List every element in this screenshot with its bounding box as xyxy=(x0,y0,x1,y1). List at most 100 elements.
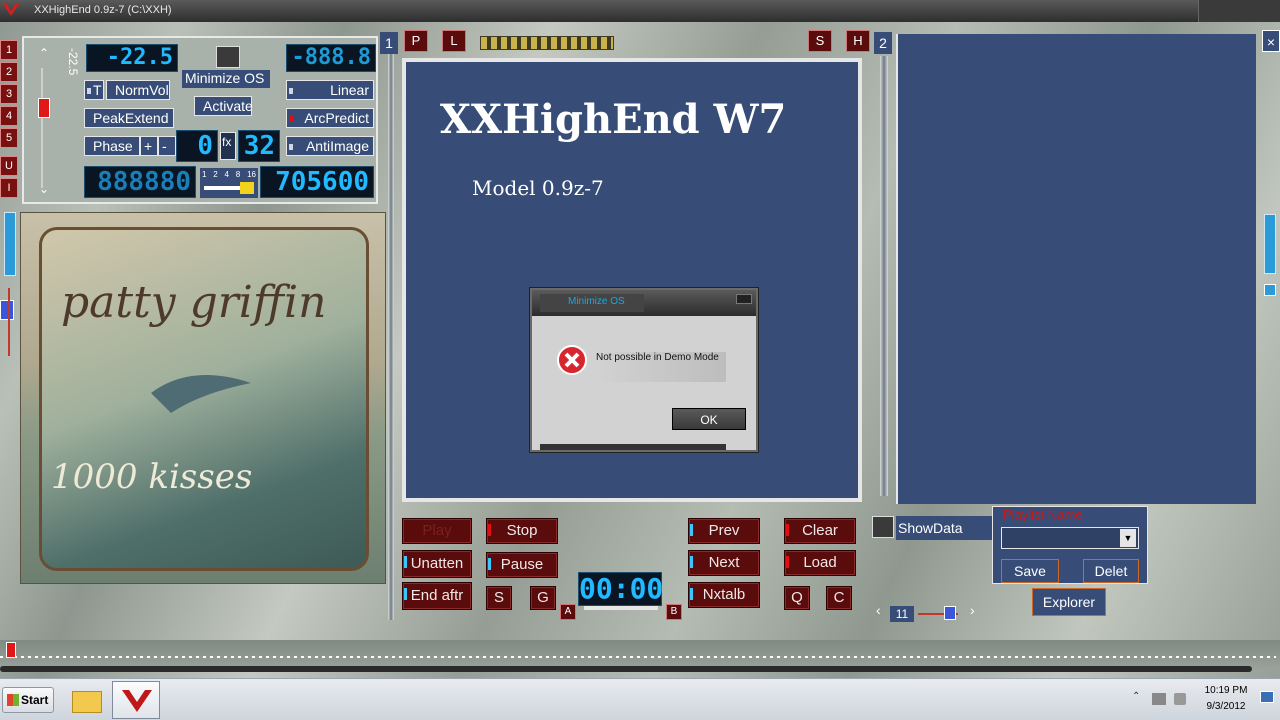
unatten-button[interactable]: Unatten xyxy=(402,550,472,578)
c-button[interactable]: C xyxy=(826,586,852,610)
minimize-os-label: Minimize OS xyxy=(182,70,270,88)
volume-lcd: -22.5 xyxy=(86,44,178,72)
right-scroll-thumb[interactable] xyxy=(1264,284,1276,296)
network-icon[interactable] xyxy=(1152,693,1166,705)
left-level-bar[interactable] xyxy=(4,212,16,276)
start-button[interactable]: Start xyxy=(2,687,54,713)
chevron-right-icon[interactable]: › xyxy=(970,603,980,617)
dialog-titlebar[interactable]: Minimize OS xyxy=(532,290,756,316)
font-size-handle[interactable] xyxy=(944,606,956,620)
chevron-down-icon[interactable]: ⌄ xyxy=(36,182,52,196)
phase-button[interactable]: Phase xyxy=(84,136,140,156)
stop-label: Stop xyxy=(506,522,538,539)
t-button[interactable]: T xyxy=(84,80,104,100)
clock-date: 9/3/2012 xyxy=(1206,701,1246,712)
arcpredict-button[interactable]: ArcPredict xyxy=(286,108,374,128)
g-button[interactable]: G xyxy=(530,586,556,610)
xxhighend-taskbar-icon[interactable] xyxy=(112,681,160,719)
left-strip-button-2[interactable]: 2 xyxy=(0,62,18,82)
l-button[interactable]: L xyxy=(442,30,466,52)
showdata-toggle[interactable] xyxy=(872,516,894,538)
samplerate-lcd: 705600 xyxy=(260,166,374,198)
time-progress[interactable] xyxy=(584,606,658,610)
left-strip-button-3[interactable]: 3 xyxy=(0,84,18,104)
fx-button[interactable]: fx xyxy=(220,132,236,160)
left-strip-button-U[interactable]: U xyxy=(0,156,18,176)
panel-marker-2[interactable]: 2 xyxy=(874,32,892,54)
volume-handle[interactable] xyxy=(38,98,50,118)
minus-label: - xyxy=(162,138,167,154)
stop-button[interactable]: Stop xyxy=(486,518,558,544)
s-button[interactable]: S xyxy=(808,30,832,52)
next-button[interactable]: Next xyxy=(688,550,760,576)
play-button[interactable]: Play xyxy=(402,518,472,544)
a-marker[interactable]: A xyxy=(560,604,576,620)
font-size-slider[interactable]: ‹ 11 › xyxy=(872,598,984,622)
left-slider-track xyxy=(8,288,10,356)
left-strip-button-1[interactable]: 1 xyxy=(0,40,18,60)
chevron-up-icon[interactable]: ⌃ xyxy=(36,46,52,60)
t-label: T xyxy=(93,82,102,98)
load-label: Load xyxy=(803,554,837,571)
ok-button[interactable]: OK xyxy=(672,408,746,430)
playlist-name-label: Playlist Name xyxy=(1003,507,1083,522)
scale-tick: 16 xyxy=(247,170,256,179)
close-icon[interactable]: × xyxy=(1262,30,1280,52)
clear-label: Clear xyxy=(802,522,838,539)
taskbar: Start ⌃ 10:19 PM 9/3/2012 xyxy=(0,678,1280,720)
volume-slider[interactable]: ⌃ ⌄ xyxy=(36,44,58,196)
seek-handle[interactable] xyxy=(6,642,16,658)
window-controls[interactable] xyxy=(1198,0,1280,22)
right-scrollbar[interactable] xyxy=(1264,214,1276,274)
tray-icons: ⌃ xyxy=(1130,685,1190,715)
tray-expand-icon[interactable]: ⌃ xyxy=(1132,691,1140,702)
show-desktop-icon[interactable] xyxy=(1260,691,1274,703)
chevron-left-icon[interactable]: ‹ xyxy=(876,603,886,617)
playlist-name-input[interactable]: ▼ xyxy=(1001,527,1139,549)
unatten-label: Unatten xyxy=(410,555,464,572)
left-strip-button-5[interactable]: 5 xyxy=(0,128,18,148)
normvol-button[interactable]: NormVol xyxy=(106,80,170,100)
nxtalb-button[interactable]: Nxtalb xyxy=(688,582,760,608)
explorer-taskbar-icon[interactable] xyxy=(68,683,106,717)
pause-button[interactable]: Pause xyxy=(486,552,558,578)
volume-muted-icon[interactable] xyxy=(1174,693,1186,705)
delete-button[interactable]: Delet xyxy=(1083,559,1139,583)
dialog-minimize-icon[interactable] xyxy=(736,294,752,304)
clear-button[interactable]: Clear xyxy=(784,518,856,544)
activate-button[interactable]: Activate xyxy=(194,96,253,116)
h-button[interactable]: H xyxy=(846,30,870,52)
left-strip-button-I[interactable]: I xyxy=(0,178,18,198)
left-slider-handle[interactable] xyxy=(0,300,14,320)
b-marker[interactable]: B xyxy=(666,604,682,620)
counter-lcd: 888880 xyxy=(84,166,196,198)
minus-button[interactable]: - xyxy=(158,136,176,156)
p-button[interactable]: P xyxy=(404,30,428,52)
font-size-value: 11 xyxy=(890,606,914,622)
separator-2 xyxy=(880,56,888,496)
dialog-title: Minimize OS xyxy=(540,294,644,312)
linear-button[interactable]: Linear xyxy=(286,80,374,100)
seek-track[interactable] xyxy=(0,656,1276,658)
nxtalb-label: Nxtalb xyxy=(702,586,746,603)
app-logo-icon xyxy=(3,4,19,16)
end-after-button[interactable]: End aftr xyxy=(402,582,472,610)
q-button[interactable]: Q xyxy=(784,586,810,610)
left-strip: 12345 UI xyxy=(0,40,20,210)
chevron-down-icon[interactable]: ▼ xyxy=(1120,529,1136,547)
antiimage-button[interactable]: AntiImage xyxy=(286,136,374,156)
explorer-button[interactable]: Explorer xyxy=(1032,588,1106,616)
s-transport-button[interactable]: S xyxy=(486,586,512,610)
c-label: C xyxy=(833,589,845,606)
load-button[interactable]: Load xyxy=(784,550,856,576)
playlist-name-box: Playlist Name ▼ Save Delet xyxy=(992,506,1148,584)
minimize-os-toggle[interactable] xyxy=(216,46,240,68)
peakextend-button[interactable]: PeakExtend xyxy=(84,108,174,128)
fx-right-lcd: 32 xyxy=(238,130,280,162)
panel-marker-1[interactable]: 1 xyxy=(380,32,398,54)
start-label: Start xyxy=(21,693,49,707)
left-strip-button-4[interactable]: 4 xyxy=(0,106,18,126)
save-button[interactable]: Save xyxy=(1001,559,1059,583)
prev-button[interactable]: Prev xyxy=(688,518,760,544)
plus-button[interactable]: + xyxy=(140,136,158,156)
